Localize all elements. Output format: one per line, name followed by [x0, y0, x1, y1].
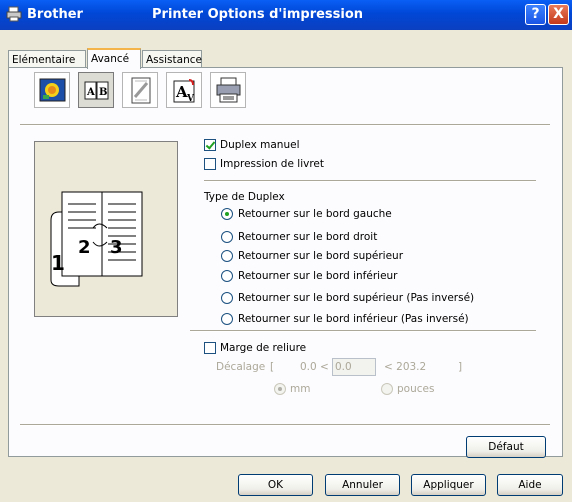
duplex-manuel-checkbox[interactable]: [204, 139, 216, 151]
svg-text:V: V: [186, 94, 195, 104]
toolbar-separator: [20, 124, 550, 126]
decalage-input[interactable]: 0.0: [332, 358, 376, 376]
help-button[interactable]: Aide: [497, 474, 563, 496]
page-number-2: 2: [78, 237, 91, 258]
range-bracket-close: ]: [458, 361, 463, 373]
duplex-manuel-label[interactable]: Duplex manuel: [220, 138, 300, 152]
page-setting-icon: A V: [173, 79, 195, 104]
radio-unit-pouces[interactable]: [381, 383, 393, 395]
radio-unit-pouces-label[interactable]: pouces: [397, 382, 434, 396]
tab-avance[interactable]: Avancé: [87, 48, 141, 69]
radio-bord-superieur-non-inverse-label[interactable]: Retourner sur le bord supérieur (Pas inv…: [238, 291, 474, 305]
watermark-button[interactable]: [122, 72, 158, 108]
print-quality-button[interactable]: [34, 72, 70, 108]
help-title-button[interactable]: ?: [525, 4, 546, 25]
duplex-preview-image: [50, 191, 143, 287]
radio-bord-superieur-non-inverse[interactable]: [221, 292, 233, 304]
app-name: Brother: [27, 7, 83, 22]
bottom-separator: [20, 424, 550, 426]
window-title: Printer Options d'impression: [152, 7, 364, 22]
options-separator: [204, 180, 536, 182]
radio-bord-gauche[interactable]: [221, 208, 233, 220]
range-min: 0.0 <: [300, 361, 329, 373]
device-options-icon: [216, 77, 241, 103]
duplex-type-heading: Type de Duplex: [204, 191, 285, 203]
radio-bord-gauche-label[interactable]: Retourner sur le bord gauche: [238, 207, 392, 221]
close-button[interactable]: X: [548, 4, 569, 25]
apply-button[interactable]: Appliquer: [411, 474, 486, 496]
radio-bord-superieur[interactable]: [221, 250, 233, 262]
svg-text:A: A: [86, 87, 95, 98]
printer-icon: [6, 6, 22, 22]
page-setting-button[interactable]: A V: [166, 72, 202, 108]
watermark-icon: [131, 77, 151, 104]
radio-unit-mm-label[interactable]: mm: [290, 382, 310, 396]
radio-bord-droit[interactable]: [221, 231, 233, 243]
livret-label[interactable]: Impression de livret: [220, 157, 324, 171]
page-number-3: 3: [110, 237, 123, 258]
radio-bord-inferieur-label[interactable]: Retourner sur le bord inférieur: [238, 269, 398, 283]
duplex-icon: A B: [84, 81, 109, 100]
radio-bord-inferieur-non-inverse-label[interactable]: Retourner sur le bord inférieur (Pas inv…: [238, 312, 469, 326]
default-button[interactable]: Défaut: [466, 436, 546, 458]
tab-assistance[interactable]: Assistance: [142, 50, 202, 68]
radio-bord-droit-label[interactable]: Retourner sur le bord droit: [238, 230, 377, 244]
page-number-1: 1: [51, 251, 65, 275]
cancel-button[interactable]: Annuler: [325, 474, 400, 496]
radio-unit-mm[interactable]: [274, 383, 286, 395]
printer-options-dialog: Brother Printer Options d'impression ? X…: [0, 0, 572, 502]
radio-bord-superieur-label[interactable]: Retourner sur le bord supérieur: [238, 249, 403, 263]
device-options-button[interactable]: [210, 72, 246, 108]
print-quality-icon: [39, 78, 66, 102]
decalage-label: Décalage: [216, 361, 266, 373]
range-bracket-open: [: [270, 361, 275, 373]
livret-checkbox[interactable]: [204, 158, 216, 170]
radio-bord-inferieur-non-inverse[interactable]: [221, 313, 233, 325]
marge-reliure-checkbox[interactable]: [204, 342, 216, 354]
duplex-button[interactable]: A B: [78, 72, 114, 108]
marge-reliure-label[interactable]: Marge de reliure: [220, 341, 306, 355]
duplex-preview: 1 2 3: [34, 141, 178, 317]
ok-button[interactable]: OK: [238, 474, 313, 496]
svg-text:B: B: [99, 87, 107, 98]
radio-bord-inferieur[interactable]: [221, 270, 233, 282]
range-max: < 203.2: [384, 361, 427, 373]
title-bar[interactable]: Brother Printer Options d'impression ? X: [0, 0, 572, 30]
binding-separator: [190, 330, 536, 332]
tab-elementaire[interactable]: Elémentaire: [8, 50, 86, 68]
